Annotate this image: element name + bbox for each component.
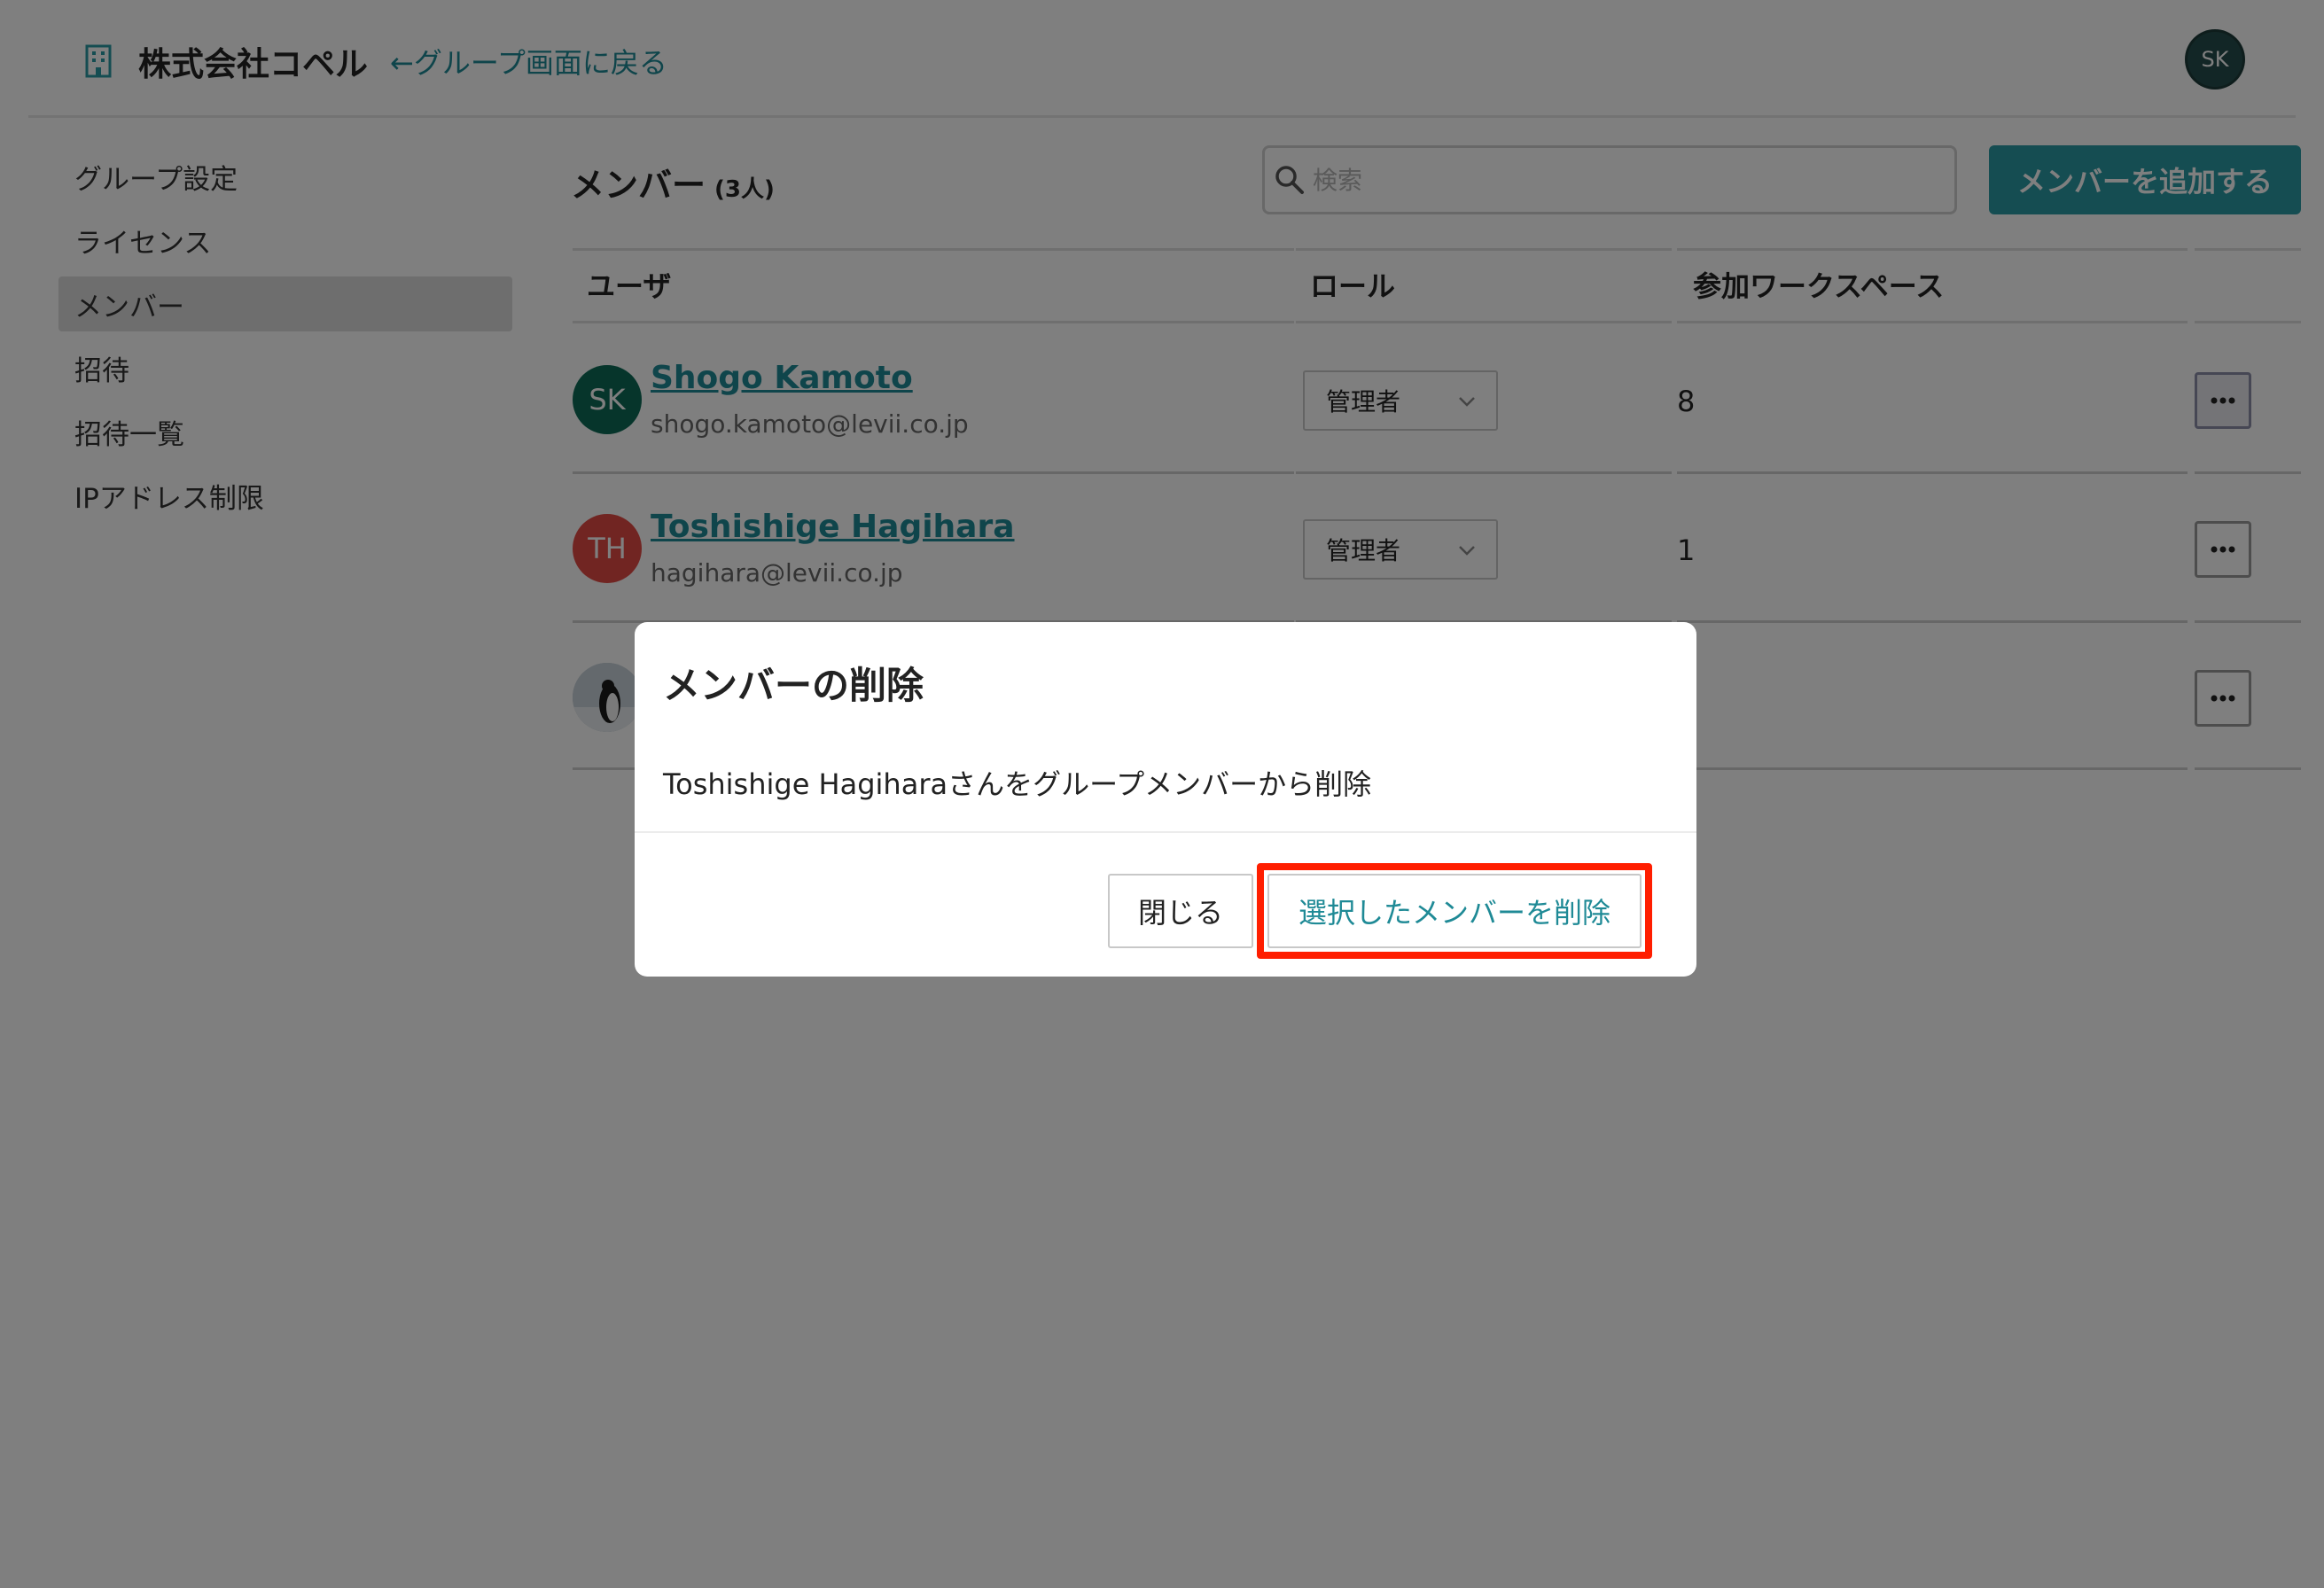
dialog-message: Toshishige Hagiharaさんをグループメンバーから削除	[663, 767, 1372, 801]
delete-member-dialog: メンバーの削除 Toshishige Hagiharaさんをグループメンバーから…	[635, 622, 1696, 977]
close-button[interactable]: 閉じる	[1108, 874, 1253, 948]
dialog-divider	[635, 831, 1696, 833]
dialog-title: メンバーの削除	[663, 664, 924, 707]
delete-selected-member-button[interactable]: 選択したメンバーを削除	[1267, 874, 1642, 948]
